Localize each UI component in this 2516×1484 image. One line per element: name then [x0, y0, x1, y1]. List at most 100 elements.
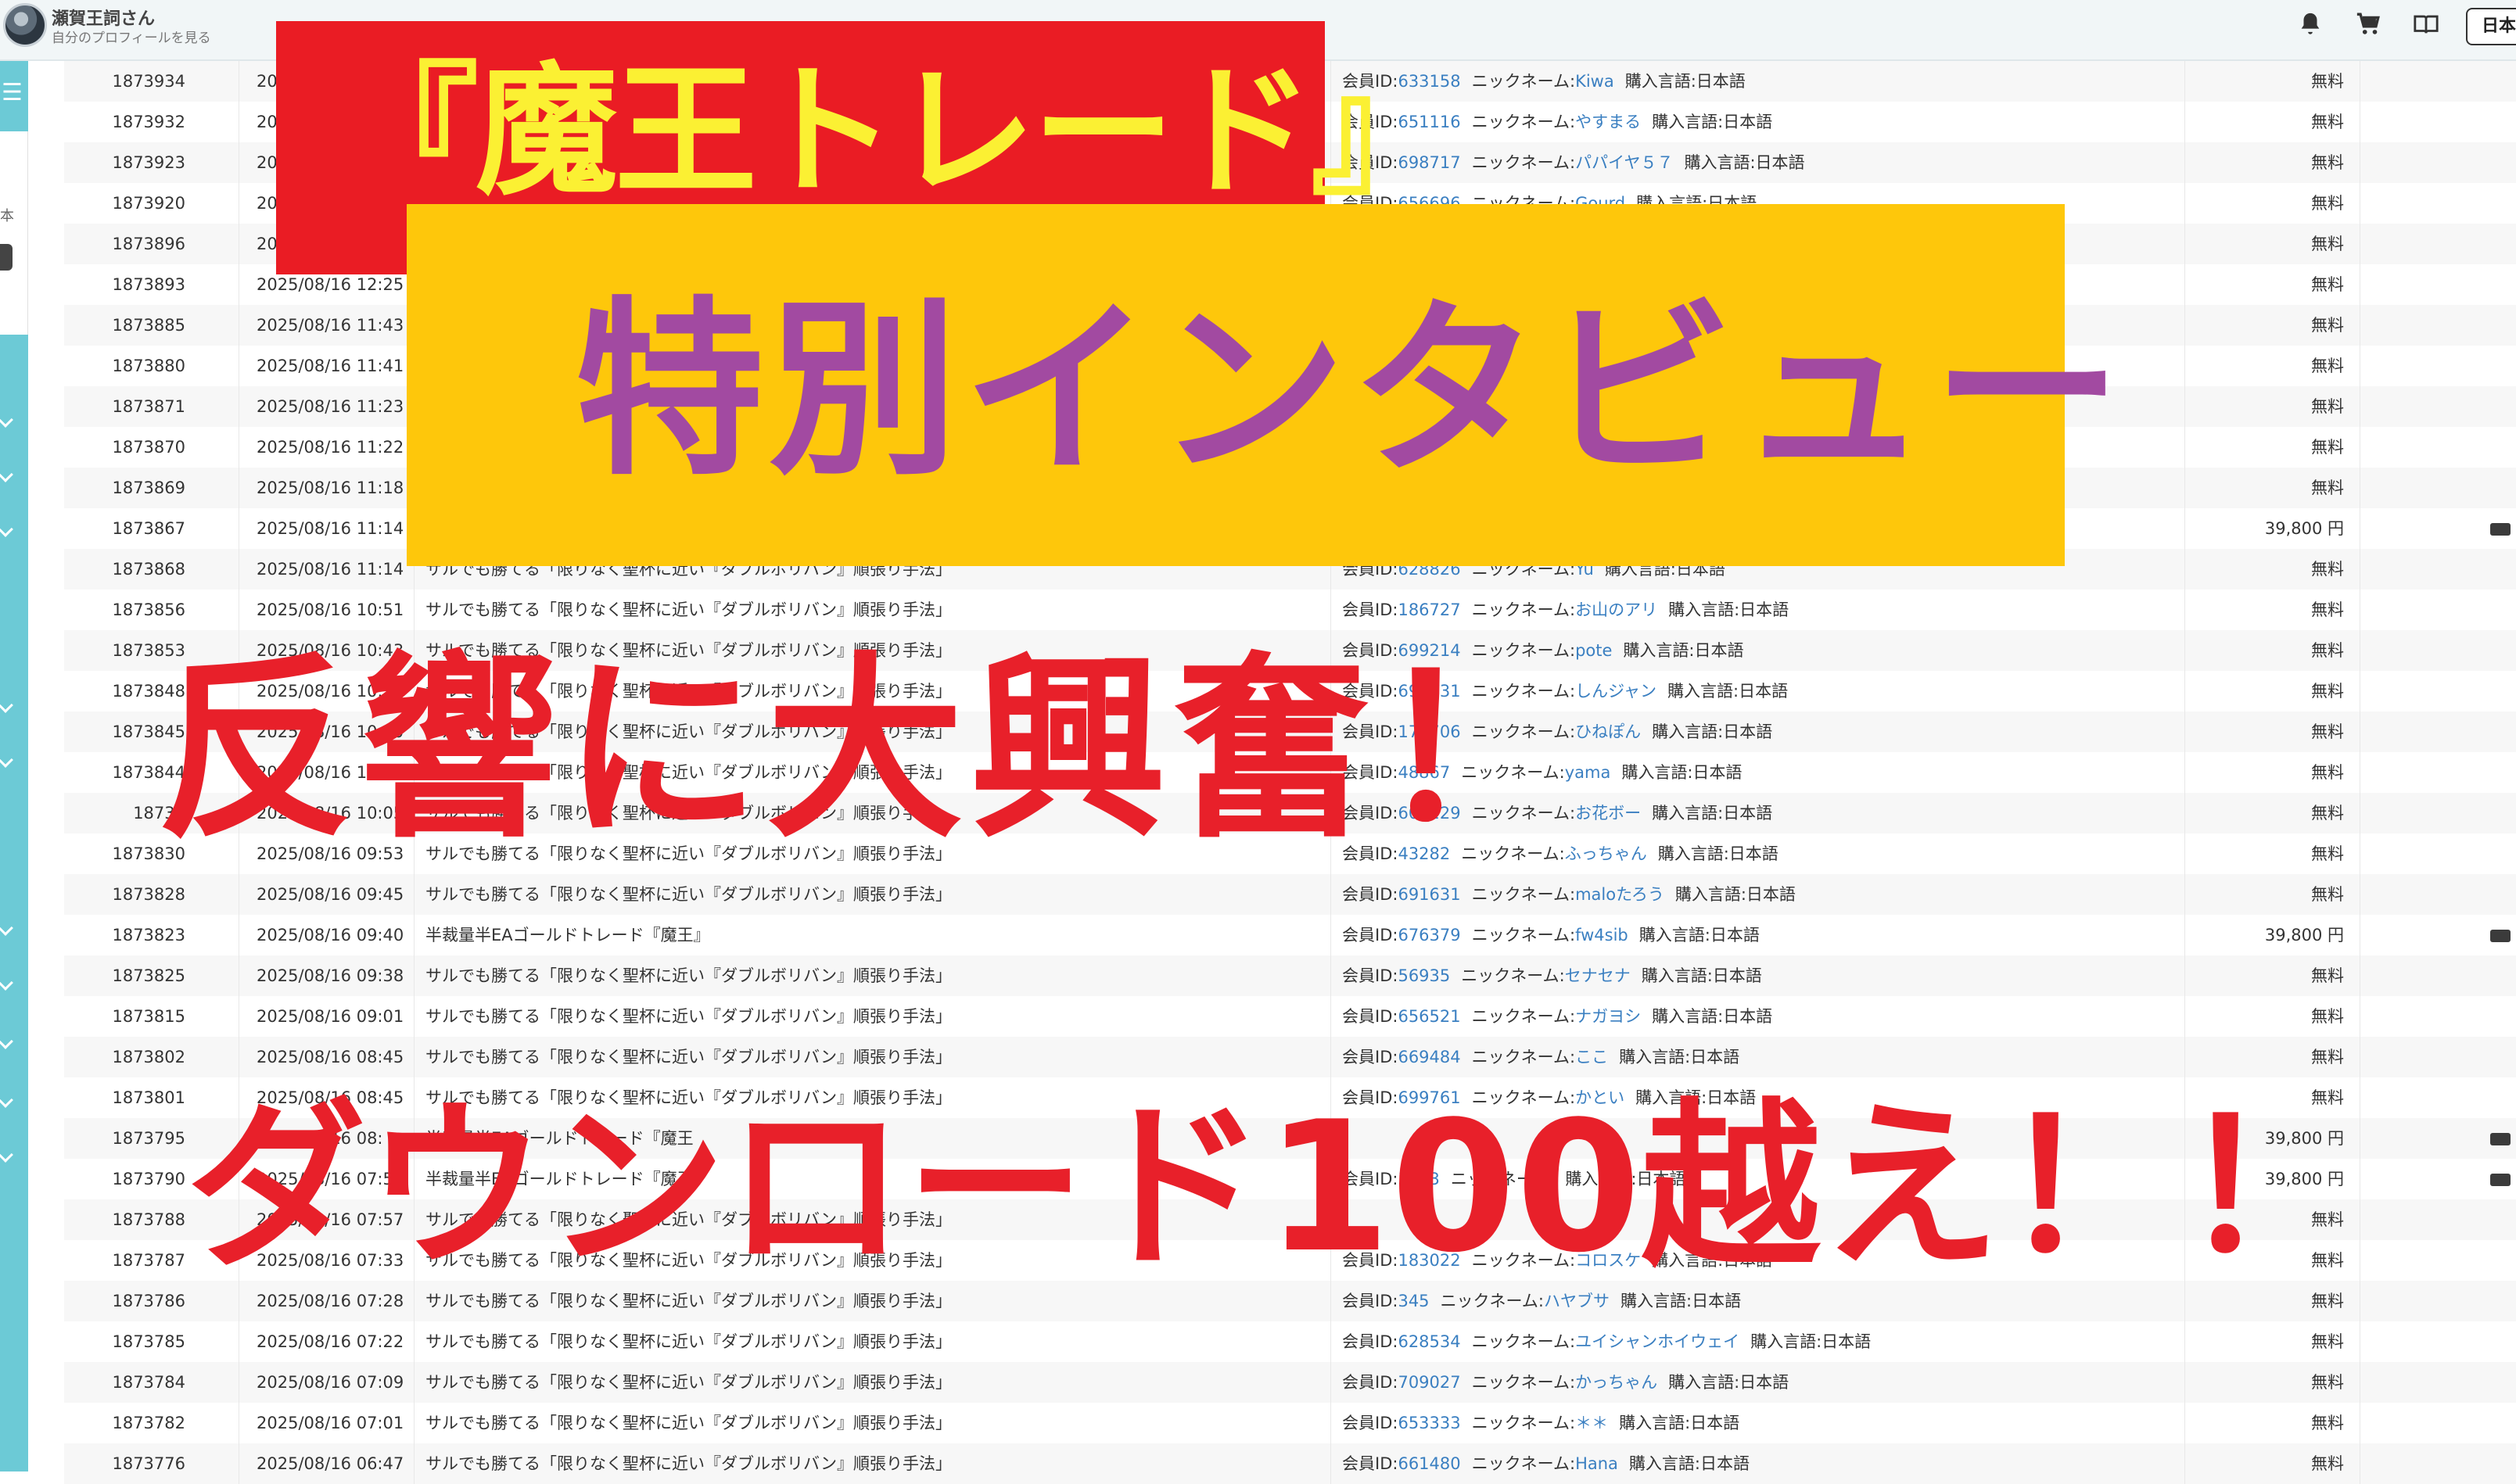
product-title[interactable]: サルでも勝てる「限りなく聖杯に近い『ダブルボリバン』順張り手法」 — [415, 1403, 1331, 1443]
payment-icon[interactable] — [2490, 523, 2511, 536]
bell-icon[interactable] — [2295, 11, 2326, 42]
member-id-link[interactable]: 656521 — [1398, 1007, 1460, 1026]
member-id-link[interactable]: 676379 — [1398, 926, 1460, 945]
cart-icon[interactable] — [2353, 11, 2384, 42]
action-cell — [2479, 468, 2516, 508]
price: 無料 — [2185, 142, 2360, 183]
nickname-link[interactable]: Hana — [1575, 1454, 1618, 1473]
member-id-link[interactable]: 56935 — [1398, 966, 1450, 985]
action-cell — [2479, 386, 2516, 427]
action-cell — [2479, 874, 2516, 915]
order-id: 1873934 — [64, 61, 239, 102]
nickname-link[interactable]: かっちゃん — [1575, 1373, 1657, 1392]
buyer-info: 会員ID:661480 ニックネーム:Hana 購入言語:日本語 — [1331, 1443, 2185, 1484]
member-id-link[interactable]: 186727 — [1398, 600, 1460, 619]
payment-icon[interactable] — [2490, 1174, 2511, 1186]
action-cell — [2479, 1403, 2516, 1443]
nickname-link[interactable]: ここ — [1575, 1048, 1608, 1066]
table-row[interactable]: 1873825 2025/08/16 09:38 サルでも勝てる「限りなく聖杯に近い… — [64, 955, 2516, 996]
payment-icon[interactable] — [2490, 930, 2511, 942]
table-row[interactable]: 1873782 2025/08/16 07:01 サルでも勝てる「限りなく聖杯に近い… — [64, 1403, 2516, 1443]
price: 無料 — [2185, 386, 2360, 427]
language-button[interactable]: 日本 — [2466, 8, 2516, 45]
member-id-link[interactable]: 653333 — [1398, 1414, 1460, 1432]
product-title[interactable]: サルでも勝てる「限りなく聖杯に近い『ダブルボリバン』順張り手法」 — [415, 1321, 1331, 1362]
product-title[interactable]: サルでも勝てる「限りなく聖杯に近い『ダブルボリバン』順張り手法」 — [415, 1443, 1331, 1484]
language-label: 購入言語:日本語 — [1628, 1454, 1750, 1473]
profile-link[interactable]: 自分のプロフィールを見る — [52, 27, 211, 46]
nickname-link[interactable]: お花ボー — [1575, 804, 1641, 823]
member-id-link[interactable]: 345 — [1398, 1292, 1429, 1310]
table-row[interactable]: 1873776 2025/08/16 06:47 サルでも勝てる「限りなく聖杯に近い… — [64, 1443, 2516, 1484]
buyer-info: 会員ID:186727 ニックネーム:お山のアリ 購入言語:日本語 — [1331, 590, 2185, 630]
nickname-label: ニックネーム: — [1471, 153, 1576, 172]
price: 無料 — [2185, 590, 2360, 630]
nickname-link[interactable]: pote — [1575, 641, 1612, 660]
action-cell — [2479, 1443, 2516, 1484]
nickname-link[interactable]: ＊＊ — [1575, 1414, 1608, 1432]
table-row[interactable]: 1873802 2025/08/16 08:45 サルでも勝てる「限りなく聖杯に近い… — [64, 1037, 2516, 1077]
price: 無料 — [2185, 1037, 2360, 1077]
menu-icon[interactable]: ☰ — [2, 81, 23, 105]
member-id-label: 会員ID: — [1342, 1373, 1398, 1392]
order-id: 1873856 — [64, 590, 239, 630]
table-row[interactable]: 1873785 2025/08/16 07:22 サルでも勝てる「限りなく聖杯に近い… — [64, 1321, 2516, 1362]
price: 無料 — [2185, 346, 2360, 386]
price: 無料 — [2185, 305, 2360, 346]
product-title[interactable]: サルでも勝てる「限りなく聖杯に近い『ダブルボリバン』順張り手法」 — [415, 955, 1331, 996]
nickname-link[interactable]: maloたろう — [1575, 885, 1664, 904]
product-title[interactable]: 半裁量半EAゴールドトレード『魔王』 — [415, 915, 1331, 955]
price: 無料 — [2185, 1403, 2360, 1443]
price: 無料 — [2185, 671, 2360, 712]
table-row[interactable]: 1873856 2025/08/16 10:51 サルでも勝てる「限りなく聖杯に近い… — [64, 590, 2516, 630]
nickname-link[interactable]: ユイシャンホイウェイ — [1575, 1332, 1739, 1351]
action-cell — [2479, 61, 2516, 102]
nickname-link[interactable]: パパイヤ５７ — [1575, 153, 1673, 172]
product-title[interactable]: サルでも勝てる「限りなく聖杯に近い『ダブルボリバン』順張り手法」 — [415, 590, 1331, 630]
buyer-info: 会員ID:676379 ニックネーム:fw4sib 購入言語:日本語 — [1331, 915, 2185, 955]
language-label: 購入言語:日本語 — [1641, 966, 1762, 985]
order-id: 1873815 — [64, 996, 239, 1037]
nickname-link[interactable]: ひねぽん — [1575, 722, 1641, 741]
product-title[interactable]: サルでも勝てる「限りなく聖杯に近い『ダブルボリバン』順張り手法」 — [415, 996, 1331, 1037]
headline-downloads: ダウンロード100越え！！ — [186, 1084, 2361, 1292]
avatar[interactable] — [3, 3, 47, 47]
table-row[interactable]: 1873815 2025/08/16 09:01 サルでも勝てる「限りなく聖杯に近い… — [64, 996, 2516, 1037]
member-id-label: 会員ID: — [1342, 1007, 1398, 1026]
order-date: 2025/08/16 09:40 — [239, 915, 415, 955]
nickname-label: ニックネーム: — [1471, 926, 1576, 945]
action-cell — [2479, 183, 2516, 224]
product-title[interactable]: サルでも勝てる「限りなく聖杯に近い『ダブルボリバン』順張り手法」 — [415, 1362, 1331, 1403]
price: 39,800 円 — [2185, 915, 2360, 955]
nickname-link[interactable]: ハヤブサ — [1544, 1292, 1610, 1310]
member-id-link[interactable]: 628534 — [1398, 1332, 1460, 1351]
action-cell — [2479, 1240, 2516, 1281]
payment-icon[interactable] — [2490, 1133, 2511, 1145]
nickname-link[interactable]: セナセナ — [1565, 966, 1631, 985]
price: 39,800 円 — [2185, 508, 2360, 549]
action-cell — [2479, 508, 2516, 549]
nickname-link[interactable]: Kiwa — [1575, 72, 1614, 91]
table-row[interactable]: 1873823 2025/08/16 09:40 半裁量半EAゴールドトレード『魔王… — [64, 915, 2516, 955]
book-icon[interactable] — [2410, 11, 2442, 42]
action-cell — [2479, 1037, 2516, 1077]
table-row[interactable]: 1873784 2025/08/16 07:09 サルでも勝てる「限りなく聖杯に近い… — [64, 1362, 2516, 1403]
nickname-link[interactable]: fw4sib — [1575, 926, 1628, 945]
nickname-link[interactable]: しんジャン — [1575, 682, 1656, 701]
member-id-link[interactable]: 669484 — [1398, 1048, 1460, 1066]
nickname-label: ニックネーム: — [1471, 72, 1576, 91]
product-title[interactable]: サルでも勝てる「限りなく聖杯に近い『ダブルボリバン』順張り手法」 — [415, 874, 1331, 915]
product-title[interactable]: サルでも勝てる「限りなく聖杯に近い『ダブルボリバン』順張り手法」 — [415, 1037, 1331, 1077]
language-label: 購入言語:日本語 — [1621, 763, 1743, 782]
member-id-link[interactable]: 661480 — [1398, 1454, 1460, 1473]
order-id: 1873871 — [64, 386, 239, 427]
nickname-link[interactable]: ナガヨシ — [1575, 1007, 1641, 1026]
nickname-link[interactable]: やすまる — [1575, 113, 1641, 131]
sidebar-badge-icon[interactable] — [0, 244, 13, 271]
member-id-link[interactable]: 709027 — [1398, 1373, 1460, 1392]
member-id-link[interactable]: 691631 — [1398, 885, 1460, 904]
table-row[interactable]: 1873828 2025/08/16 09:45 サルでも勝てる「限りなく聖杯に近い… — [64, 874, 2516, 915]
language-label: 購入言語:日本語 — [1674, 885, 1796, 904]
nickname-link[interactable]: お山のアリ — [1575, 600, 1657, 619]
order-id: 1873870 — [64, 427, 239, 468]
